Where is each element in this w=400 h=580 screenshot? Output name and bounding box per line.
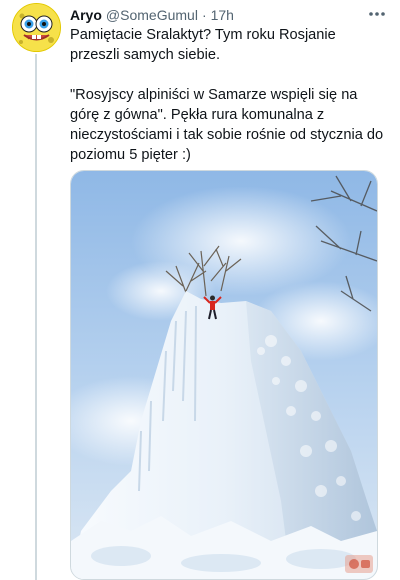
author-avatar[interactable] bbox=[12, 3, 61, 52]
tweet-body: Pamiętacie Sralaktyt? Tym roku Rosjanie … bbox=[70, 25, 385, 165]
spongebob-avatar-icon bbox=[13, 4, 60, 51]
ice-mountain-photo bbox=[71, 171, 377, 579]
tweet-header: Aryo @SomeGumul · 17h bbox=[70, 6, 388, 24]
author-handle[interactable]: @SomeGumul bbox=[106, 7, 198, 23]
thread-connector-line bbox=[35, 54, 37, 580]
tweet-text-paragraph-2: "Rosyjscy alpiniści w Samarze wspięli si… bbox=[70, 87, 384, 163]
author-display-name[interactable]: Aryo bbox=[70, 7, 102, 23]
tweet-timestamp[interactable]: 17h bbox=[211, 7, 234, 23]
header-separator: · bbox=[201, 7, 207, 23]
watermark-logo-icon bbox=[345, 555, 373, 573]
more-horizontal-icon[interactable] bbox=[366, 4, 388, 24]
tweet-text-paragraph-1: Pamiętacie Sralaktyt? Tym roku Rosjanie … bbox=[70, 27, 336, 63]
tweet-media-photo[interactable] bbox=[70, 170, 378, 580]
